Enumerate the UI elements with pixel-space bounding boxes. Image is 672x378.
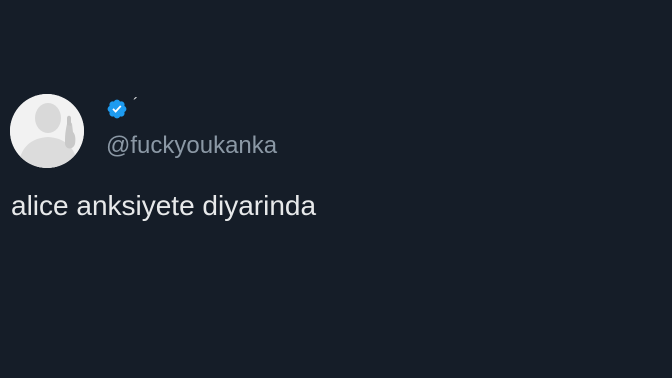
display-name-row[interactable]: ´ bbox=[106, 97, 138, 121]
avatar-silhouette-icon bbox=[10, 94, 84, 168]
verified-badge-icon bbox=[107, 99, 127, 119]
tweet-card: ´ @fuckyoukanka alice anksiyete diyarind… bbox=[0, 0, 672, 378]
display-name: ´ bbox=[133, 96, 139, 113]
avatar[interactable] bbox=[10, 94, 84, 168]
tweet-text: alice anksiyete diyarinda bbox=[11, 190, 317, 221]
user-handle[interactable]: @fuckyoukanka bbox=[106, 132, 277, 160]
